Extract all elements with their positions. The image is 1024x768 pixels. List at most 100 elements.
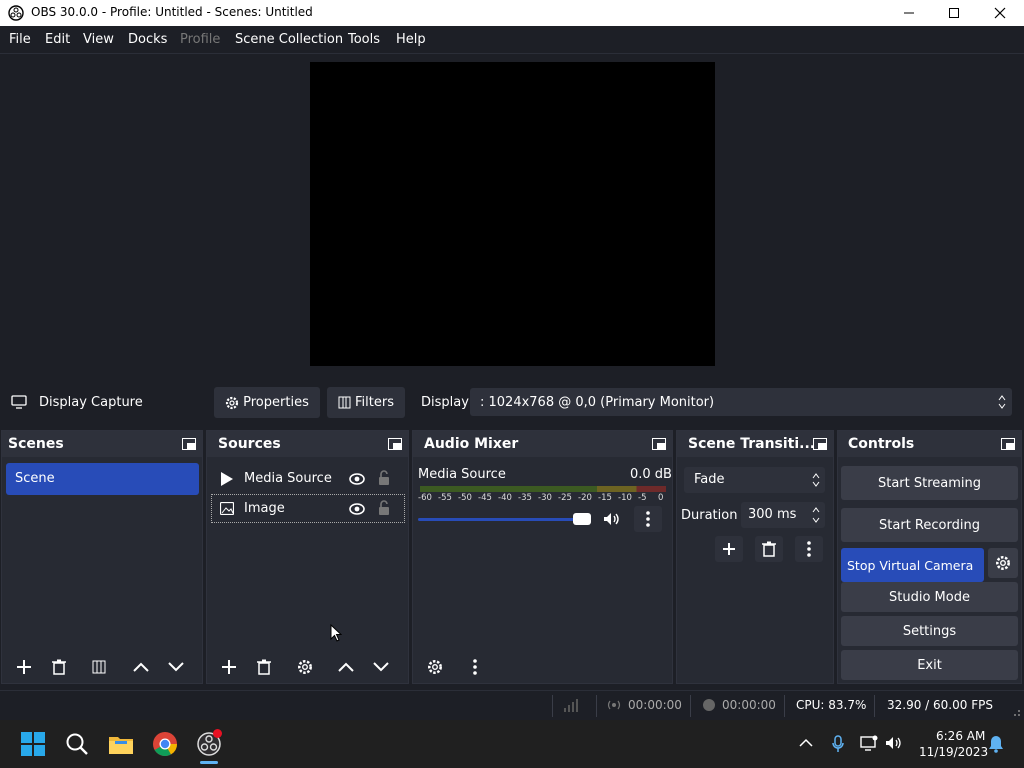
display-select[interactable]: : 1024x768 @ 0,0 (Primary Monitor) [470,388,1012,416]
preview-canvas[interactable] [310,62,715,366]
maximize-button[interactable] [931,0,977,26]
transition-menu-button[interactable] [795,536,823,562]
menu-view[interactable]: View [83,32,114,47]
minimize-button[interactable] [886,0,932,26]
meter-tick-label: -5 [638,493,647,503]
status-separator [552,695,553,717]
notification-bell-icon[interactable] [988,735,1004,753]
unlock-icon[interactable] [378,470,390,486]
start-streaming-label: Start Streaming [877,475,982,491]
minimize-icon [904,12,914,14]
start-streaming-button[interactable]: Start Streaming [841,466,1018,500]
remove-source-button[interactable] [250,654,278,680]
taskbar-search-button[interactable] [61,728,93,760]
source-properties-button[interactable] [291,654,319,680]
audio-channel-menu-button[interactable] [634,506,662,532]
undock-icon[interactable] [182,438,196,450]
properties-button[interactable]: Properties [214,387,320,418]
updown-arrows-icon[interactable] [812,505,820,525]
source-item[interactable]: Media Source [211,464,405,494]
volume-meter [420,486,666,492]
menu-file[interactable]: File [9,32,31,47]
filters-label: Filters [355,395,394,410]
studio-mode-button[interactable]: Studio Mode [841,582,1018,612]
meter-tick-label: -15 [598,493,612,503]
remove-transition-button[interactable] [755,536,783,562]
trash-icon [257,659,271,675]
scene-item[interactable]: Scene [6,463,199,495]
add-transition-button[interactable] [715,536,743,562]
virtual-camera-settings-button[interactable] [988,548,1018,578]
meter-scale: -60 -55 -50 -45 -40 -35 -30 -25 -20 -15 -10 -5 0 [418,493,670,505]
meter-tick-label: -35 [518,493,532,503]
start-recording-button[interactable]: Start Recording [841,508,1018,542]
move-source-down-button[interactable] [367,654,395,680]
duration-value: 300 ms [748,507,797,522]
audio-mixer-menu-button[interactable] [461,654,489,680]
speaker-icon[interactable] [603,512,621,526]
transition-select-value: Fade [694,472,725,487]
chrome-button[interactable] [149,728,181,760]
cpu-usage: CPU: 83.7% [796,698,867,712]
undock-icon[interactable] [388,438,402,450]
image-icon [220,502,234,515]
move-scene-down-button[interactable] [162,654,190,680]
source-item[interactable]: Image [211,494,405,523]
menu-tools[interactable]: Tools [348,32,380,47]
menu-docks[interactable]: Docks [128,32,167,47]
network-icon[interactable] [860,735,878,751]
undock-icon[interactable] [1001,438,1015,450]
resize-grip-icon[interactable] [1011,707,1021,717]
updown-arrows-icon [812,473,820,487]
audio-settings-button[interactable] [421,654,449,680]
clock-date[interactable]: 11/19/2023 [919,745,988,759]
start-button[interactable] [17,728,49,760]
gear-icon [226,396,239,409]
menu-help[interactable]: Help [396,32,426,47]
clock-time[interactable]: 6:26 AM [936,729,985,743]
exit-label: Exit [917,657,942,673]
stream-time: 00:00:00 [628,698,682,712]
duration-spinbox[interactable]: 300 ms [741,502,825,528]
scene-transitions-dock-header: Scene Transiti... [677,431,833,457]
add-source-button[interactable] [215,654,243,680]
scene-filters-button[interactable] [85,654,113,680]
add-scene-button[interactable] [10,654,38,680]
undock-icon[interactable] [813,438,827,450]
meter-tick-label: -45 [478,493,492,503]
window-titlebar: OBS 30.0.0 - Profile: Untitled - Scenes:… [0,0,1024,26]
scenes-dock: Scenes Scene [1,430,203,684]
stop-virtual-camera-button[interactable]: Stop Virtual Camera [841,548,984,582]
menu-profile[interactable]: Profile [180,32,220,47]
chevron-up-icon[interactable] [799,738,813,748]
meter-tick-label: -30 [538,493,552,503]
move-source-up-button[interactable] [332,654,360,680]
transition-select[interactable]: Fade [684,467,825,493]
settings-button[interactable]: Settings [841,616,1018,646]
volume-icon[interactable] [885,736,903,750]
remove-scene-button[interactable] [45,654,73,680]
move-scene-up-button[interactable] [127,654,155,680]
file-explorer-button[interactable] [105,728,137,760]
broadcast-icon [607,700,621,710]
close-button[interactable] [977,0,1023,26]
menu-edit[interactable]: Edit [45,32,70,47]
volume-slider-handle[interactable] [573,513,591,525]
meter-tick-label: -10 [618,493,632,503]
filters-button[interactable]: Filters [327,387,405,418]
meter-tick-label: -50 [458,493,472,503]
status-separator [784,695,785,717]
volume-slider[interactable] [418,513,598,525]
eye-icon[interactable] [349,503,365,515]
eye-icon[interactable] [349,473,365,485]
menu-bar: File Edit View Docks Profile Scene Colle… [0,26,1024,54]
exit-button[interactable]: Exit [841,650,1018,680]
microphone-icon[interactable] [832,735,844,753]
audio-channel-name: Media Source [418,467,506,482]
menu-scene-collection[interactable]: Scene Collection [235,32,343,47]
undock-icon[interactable] [652,438,666,450]
display-label: Display [421,395,469,410]
window-title: OBS 30.0.0 - Profile: Untitled - Scenes:… [31,5,313,19]
unlock-icon[interactable] [378,500,390,516]
sources-title: Sources [218,436,281,452]
